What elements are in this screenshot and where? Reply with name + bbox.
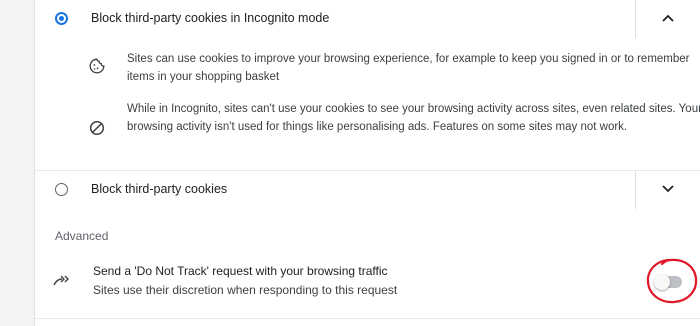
row-divider [635,171,636,209]
detail-text-blocked: While in Incognito, sites can't use your… [127,103,700,133]
radio-button-block-incognito[interactable] [55,12,68,25]
radio-label-block-incognito[interactable]: Block third-party cookies in Incognito m… [91,11,329,25]
do-not-track-subtitle: Sites use their discretion when respondi… [93,283,398,297]
radio-row-block-third-party[interactable]: Block third-party cookies [35,171,700,209]
detail-text-cookies: Sites can use cookies to improve your br… [127,53,690,83]
incognito-detail-blocked: While in Incognito, sites can't use your… [89,100,700,156]
radio-row-block-incognito[interactable]: Block third-party cookies in Incognito m… [35,0,700,38]
do-not-track-row[interactable]: Send a 'Do Not Track' request with your … [35,255,700,307]
radio-label-block-third-party[interactable]: Block third-party cookies [91,182,227,196]
do-not-track-icon [53,274,71,288]
radio-button-block-third-party[interactable] [55,183,68,196]
block-icon [89,120,105,136]
do-not-track-toggle[interactable] [654,274,682,290]
chevron-up-icon[interactable] [656,6,680,30]
divider [35,318,700,319]
section-heading-advanced: Advanced [55,229,109,243]
chevron-down-icon[interactable] [656,177,680,201]
do-not-track-title: Send a 'Do Not Track' request with your … [93,264,388,278]
toggle-knob[interactable] [654,274,670,290]
cookie-icon [89,58,105,74]
incognito-detail-cookies: Sites can use cookies to improve your br… [89,50,690,90]
cookie-settings-card: Block third-party cookies in Incognito m… [34,0,700,326]
row-divider [635,0,636,38]
